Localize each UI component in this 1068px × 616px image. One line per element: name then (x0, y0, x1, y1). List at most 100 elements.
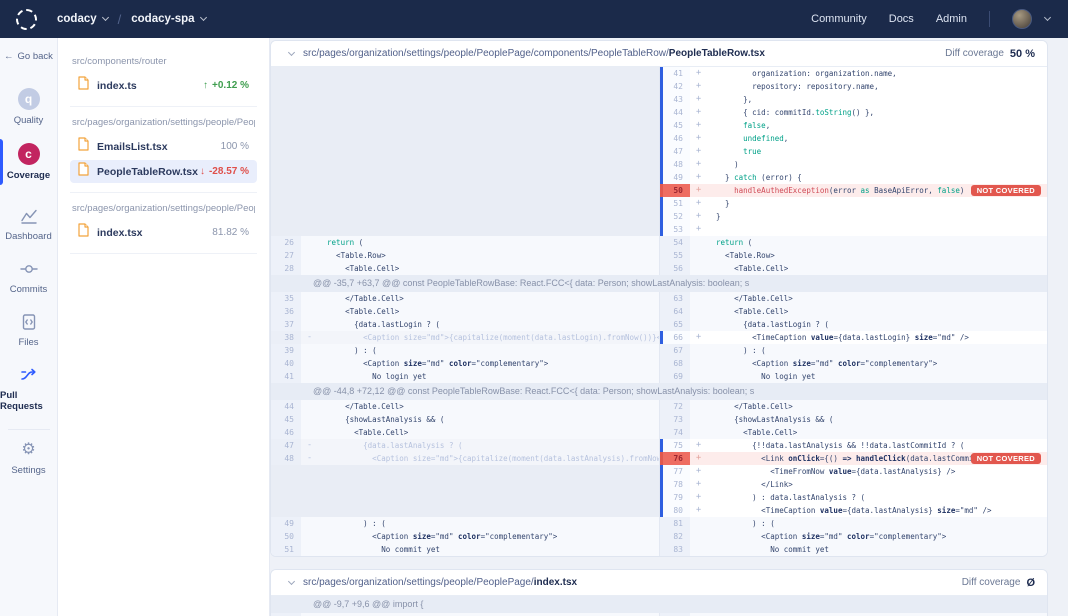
diff-line-new: 79+ ) : data.lastAnalysis ? ( (659, 491, 1047, 504)
sidebar-item-settings[interactable]: ⚙ Settings (0, 432, 57, 485)
nav-link-community[interactable]: Community (811, 13, 867, 25)
diff-line-new: 67 ) : ( (659, 344, 1047, 357)
code-text: {data.lastLogin ? ( (318, 318, 440, 331)
diff-marker: - (301, 331, 318, 344)
nav-link-docs[interactable]: Docs (889, 13, 914, 25)
code-text: ) : ( (707, 344, 766, 357)
dashboard-icon (20, 206, 38, 226)
line-number: 48 (660, 158, 690, 171)
line-number: 51 (660, 197, 690, 210)
diff-line-new: 53+ (659, 223, 1047, 236)
sidebar-item-coverage[interactable]: c Coverage (0, 135, 57, 190)
diff-line-new: 48+ ) (659, 158, 1047, 171)
diff-marker: + (690, 210, 707, 223)
code-text: {showLastAnalysis && ( (707, 413, 833, 426)
diff-row: 40 <Caption size="md" color="complementa… (271, 357, 1047, 370)
repo-selector[interactable]: codacy-spa (131, 13, 205, 25)
code-text: <Table.Row> (707, 249, 775, 262)
diff-row: 43+ }, (271, 93, 1047, 106)
file-list-panel: src/components/routerindex.ts↑+0.12 %src… (58, 38, 270, 616)
file-row[interactable]: index.ts↑+0.12 % (70, 74, 257, 97)
diff-marker (690, 292, 707, 305)
diff-card: src/pages/organization/settings/people/P… (270, 40, 1048, 557)
nav-link-admin[interactable]: Admin (936, 13, 967, 25)
file-row[interactable]: PeopleTableRow.tsx↓-28.57 % (70, 160, 257, 183)
diff-line-new: 73 {showLastAnalysis && ( (659, 413, 1047, 426)
code-text: <Caption size="md" color="complementary"… (707, 357, 937, 370)
code-text: </Table.Cell> (707, 400, 793, 413)
chevron-down-icon (1044, 14, 1051, 21)
user-menu[interactable] (1012, 9, 1050, 29)
line-number: 72 (660, 400, 690, 413)
coverage-delta: 100 % (221, 141, 249, 152)
line-number: 55 (660, 249, 690, 262)
file-row[interactable]: index.tsx81.82 % (70, 221, 257, 244)
covered-bar (660, 344, 663, 357)
code-text: <Caption size="md" color="complementary"… (318, 357, 548, 370)
diff-file-path: src/pages/organization/settings/people/P… (303, 48, 765, 59)
line-number: 67 (660, 344, 690, 357)
covered-bar (660, 530, 663, 543)
file-group-path: src/pages/organization/settings/people/P… (72, 203, 255, 214)
coverage-badge-icon: c (18, 143, 40, 165)
diff-line-old (271, 184, 659, 197)
diff-coverage: Diff coverage50 % (945, 48, 1035, 60)
divider (989, 11, 990, 27)
diff-line-old: 28 <Table.Cell> (271, 262, 659, 275)
line-number: 46 (271, 426, 301, 439)
diff-marker: + (690, 491, 707, 504)
sidebar-item-pull-requests[interactable]: Pull Requests (0, 357, 57, 421)
active-indicator (0, 139, 3, 185)
file-name: index.tsx (97, 227, 143, 239)
diff-row: 47- {data.lastAnalysis ? (75+ {!!data.la… (271, 439, 1047, 452)
org-selector[interactable]: codacy (57, 13, 108, 25)
diff-line-old (271, 491, 659, 504)
covered-bar (660, 465, 663, 478)
line-number: 64 (660, 305, 690, 318)
diff-row: 78+ </Link> (271, 478, 1047, 491)
sidebar-item-files[interactable]: Files (0, 304, 57, 357)
chevron-down-icon[interactable] (288, 577, 295, 584)
diff-line-new: 77+ <TimeFromNow value={data.lastAnalysi… (659, 465, 1047, 478)
go-back-button[interactable]: ← Go back (4, 51, 53, 62)
covered-bar (660, 292, 663, 305)
line-number: 65 (660, 318, 690, 331)
org-name: codacy (57, 13, 97, 25)
diff-line-old: 36 <Table.Cell> (271, 305, 659, 318)
diff-row: 50+ handleAuthedException(error as BaseA… (271, 184, 1047, 197)
diff-row: 47+ true (271, 145, 1047, 158)
diff-marker (690, 426, 707, 439)
not-covered-badge: NOT COVERED (971, 185, 1041, 196)
diff-row: 49+ } catch (error) { (271, 171, 1047, 184)
diff-line-new: 64 <Table.Cell> (659, 305, 1047, 318)
sidebar-item-dashboard[interactable]: Dashboard (0, 198, 57, 251)
diff-row: 48+ ) (271, 158, 1047, 171)
sidebar-item-quality[interactable]: q Quality (0, 80, 57, 135)
diff-marker (301, 413, 318, 426)
code-text: handleAuthedException(error as BaseApiEr… (707, 184, 964, 197)
sidebar-item-commits[interactable]: Commits (0, 251, 57, 304)
diff-line-old: 51 No commit yet (271, 543, 659, 556)
code-text: return ( (318, 236, 363, 249)
diff-row: 44 </Table.Cell>72 </Table.Cell> (271, 400, 1047, 413)
covered-bar (660, 504, 663, 517)
coverage-value: +0.12 % (212, 80, 249, 91)
line-number: 48 (271, 452, 301, 465)
diff-marker (690, 344, 707, 357)
code-text: </Link> (707, 478, 793, 491)
line-number: 35 (271, 292, 301, 305)
covered-bar (660, 331, 663, 344)
file-row[interactable]: EmailsList.tsx100 % (70, 135, 257, 158)
diff-marker: + (690, 197, 707, 210)
line-number: 49 (271, 517, 301, 530)
code-text: } (707, 197, 730, 210)
line-number: 45 (271, 413, 301, 426)
chevron-down-icon[interactable] (288, 48, 295, 55)
not-covered-badge: NOT COVERED (971, 453, 1041, 464)
codacy-logo-icon[interactable] (16, 9, 37, 30)
line-number: 44 (271, 400, 301, 413)
file-doc-icon (77, 76, 90, 95)
code-text: <Table.Cell> (707, 262, 788, 275)
diff-line-new: 65 {data.lastLogin ? ( (659, 318, 1047, 331)
covered-bar (660, 249, 663, 262)
